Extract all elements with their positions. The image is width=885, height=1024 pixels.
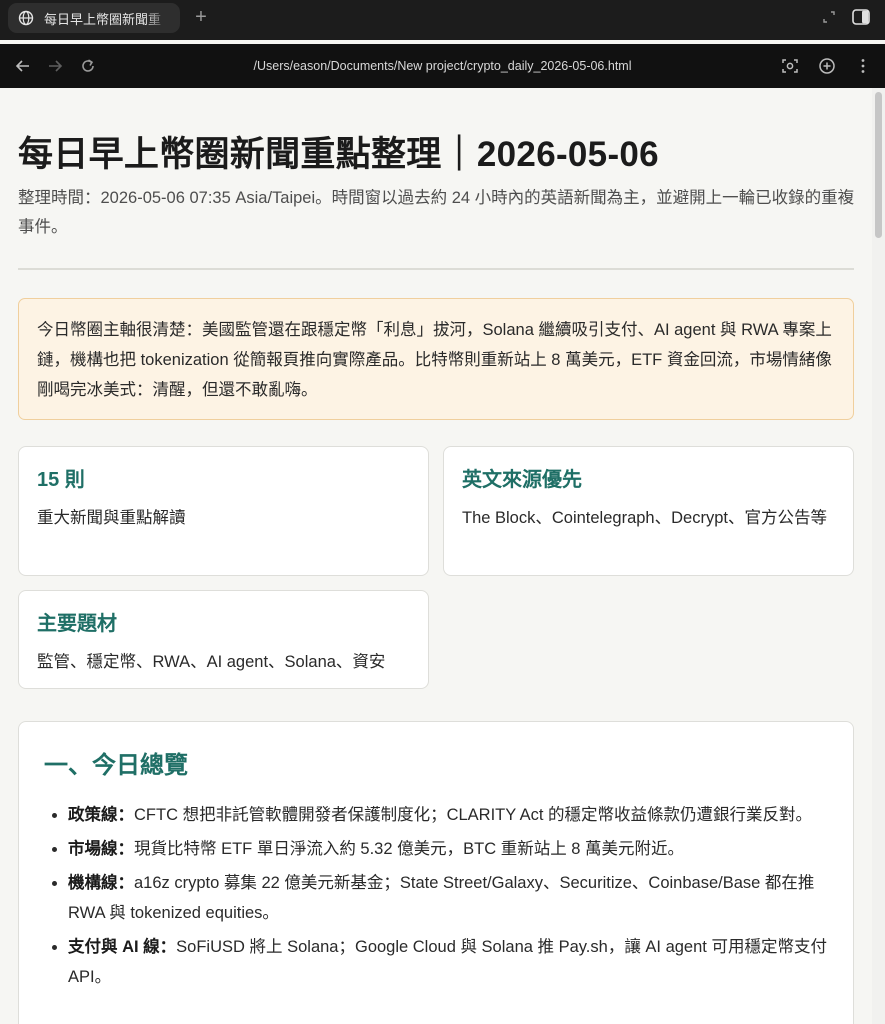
tab-title: 每日早上幣圈新聞重	[44, 11, 162, 27]
summary-callout: 今日幣圈主軸很清楚：美國監管還在跟穩定幣「利息」拔河，Solana 繼續吸引支付…	[18, 298, 854, 420]
card-title: 主要題材	[37, 613, 117, 635]
item-text: SoFiUSD 將上 Solana；Google Cloud 與 Solana …	[68, 938, 827, 986]
reload-icon[interactable]	[79, 57, 97, 75]
page-title: 每日早上幣圈新聞重點整理｜2026-05-06	[18, 135, 659, 174]
list-item: 機構線：a16z crypto 募集 22 億美元新基金；State Stree…	[68, 868, 828, 928]
list-item: 支付與 AI 線：SoFiUSD 將上 Solana；Google Cloud …	[68, 932, 828, 992]
scrollbar[interactable]	[872, 88, 885, 1024]
overview-section: 一、今日總覽 政策線：CFTC 想把非託管軟體開發者保護制度化；CLARITY …	[18, 721, 854, 1024]
list-item: 市場線：現貨比特幣 ETF 單日淨流入約 5.32 億美元，BTC 重新站上 8…	[68, 834, 828, 864]
card-text: 重大新聞與重點解讀	[37, 509, 186, 527]
card-title: 英文來源優先	[462, 469, 582, 491]
card-title: 15 則	[37, 469, 85, 491]
item-text: 現貨比特幣 ETF 單日淨流入約 5.32 億美元，BTC 重新站上 8 萬美元…	[134, 840, 685, 858]
page-content: 每日早上幣圈新聞重點整理｜2026-05-06 整理時間：2026-05-06 …	[0, 88, 872, 1024]
stat-card-count: 15 則 重大新聞與重點解讀	[18, 446, 429, 576]
section-heading: 一、今日總覽	[44, 752, 188, 779]
stat-card-topics: 主要題材 監管、穩定幣、RWA、AI agent、Solana、資安	[18, 590, 429, 689]
tab-bar: 每日早上幣圈新聞重 +	[0, 0, 885, 40]
add-to-chat-icon[interactable]	[818, 57, 836, 75]
item-label: 市場線：	[68, 840, 134, 858]
item-label: 政策線：	[68, 806, 134, 824]
overview-list: 政策線：CFTC 想把非託管軟體開發者保護制度化；CLARITY Act 的穩定…	[44, 800, 828, 992]
card-text: The Block、Cointelegraph、Decrypt、官方公告等	[462, 509, 827, 527]
page-meta: 整理時間：2026-05-06 07:35 Asia/Taipei。時間窗以過去…	[18, 189, 855, 236]
list-item: 政策線：CFTC 想把非託管軟體開發者保護制度化；CLARITY Act 的穩定…	[68, 800, 828, 830]
item-label: 機構線：	[68, 874, 134, 892]
forward-arrow-icon[interactable]	[46, 57, 64, 75]
back-arrow-icon[interactable]	[14, 57, 32, 75]
minimize-window-icon[interactable]	[820, 8, 838, 26]
sidebar-toggle-icon[interactable]	[851, 7, 871, 27]
item-label: 支付與 AI 線：	[68, 938, 177, 956]
scrollbar-thumb[interactable]	[875, 92, 882, 238]
item-text: CFTC 想把非託管軟體開發者保護制度化；CLARITY Act 的穩定幣收益條…	[134, 806, 813, 824]
globe-icon	[18, 10, 34, 26]
stat-card-sources: 英文來源優先 The Block、Cointelegraph、Decrypt、官…	[443, 446, 854, 576]
item-text: a16z crypto 募集 22 億美元新基金；State Street/Ga…	[68, 874, 815, 922]
card-text: 監管、穩定幣、RWA、AI agent、Solana、資安	[37, 653, 386, 671]
new-tab-button[interactable]: +	[192, 7, 210, 27]
url-field[interactable]: /Users/eason/Documents/New project/crypt…	[0, 44, 885, 88]
browser-tab[interactable]: 每日早上幣圈新聞重	[8, 3, 180, 33]
divider	[18, 268, 854, 270]
address-bar: /Users/eason/Documents/New project/crypt…	[0, 44, 885, 88]
screenshot-icon[interactable]	[781, 57, 799, 75]
more-options-icon[interactable]	[854, 57, 872, 75]
